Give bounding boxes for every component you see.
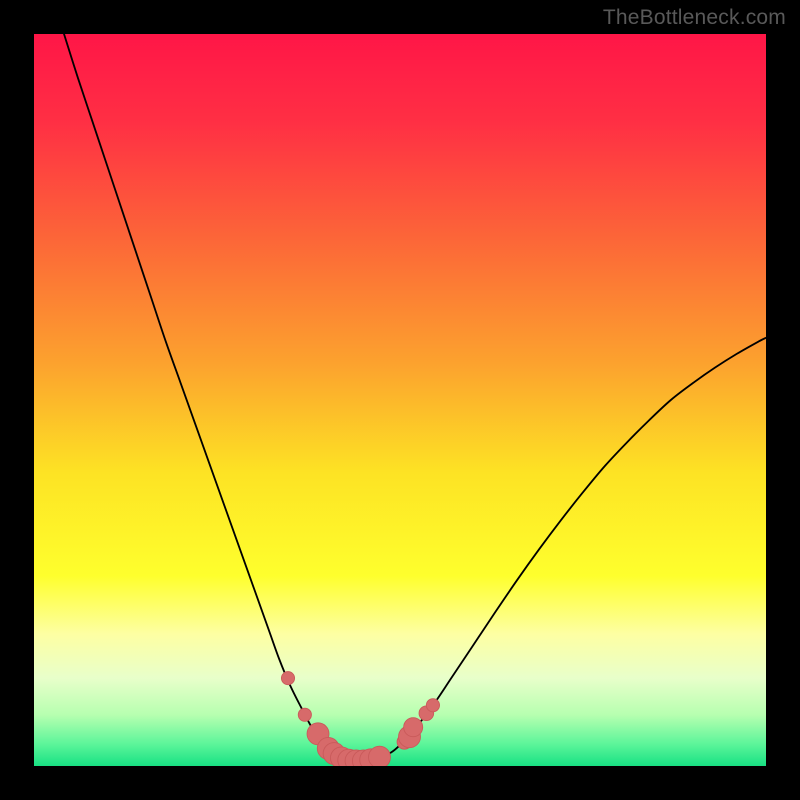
data-marker <box>281 672 294 685</box>
data-marker <box>404 718 423 737</box>
chart-curve-layer <box>34 34 766 766</box>
data-marker <box>369 746 391 766</box>
data-marker <box>298 708 311 721</box>
chart-markers <box>281 672 439 766</box>
bottleneck-curve <box>64 34 766 761</box>
watermark-text: TheBottleneck.com <box>603 6 786 30</box>
data-marker <box>426 699 439 712</box>
chart-plot-area <box>34 34 766 766</box>
